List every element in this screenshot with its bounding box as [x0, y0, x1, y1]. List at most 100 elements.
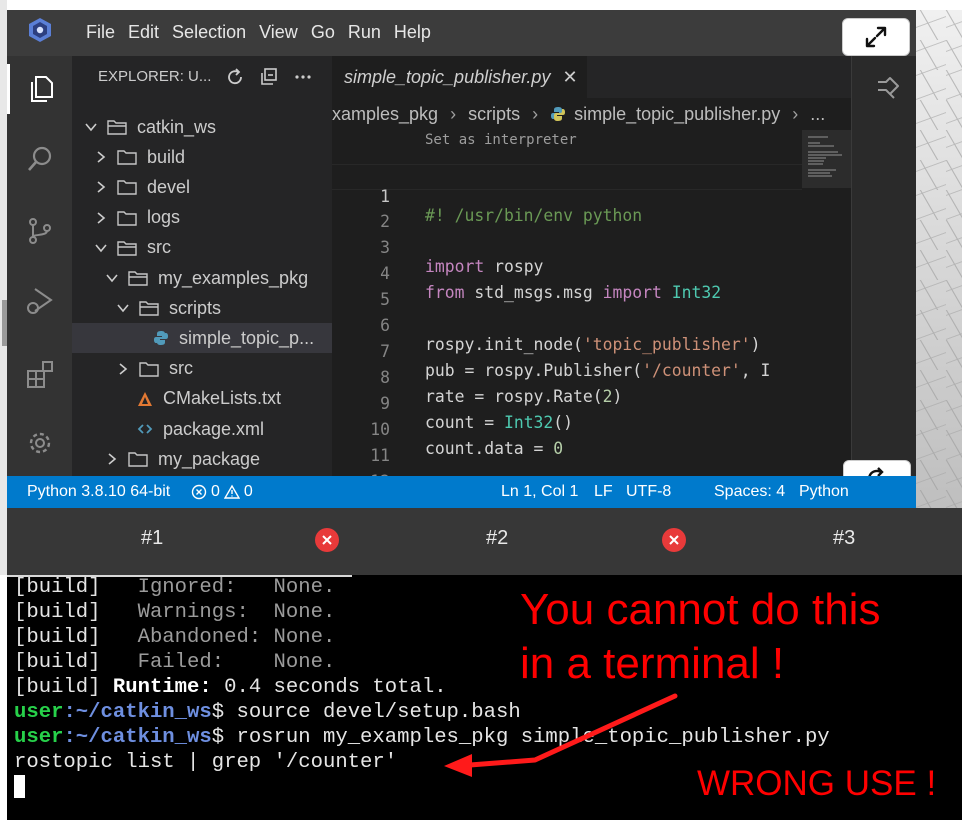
close-terminal-1-button[interactable] — [315, 528, 339, 552]
code-line: 12 while not rospy.is_shutdown(): — [332, 450, 802, 476]
chevron-right-icon[interactable] — [94, 211, 108, 225]
explorer-icon — [31, 76, 53, 102]
line-number: 12 — [332, 469, 390, 476]
codelens-set-interpreter[interactable]: Set as interpreter — [425, 132, 577, 148]
tree-item-label: my_package — [158, 448, 261, 469]
menu-edit[interactable]: Edit — [128, 22, 170, 43]
error-icon — [191, 484, 207, 500]
cursor-position[interactable]: Ln 1, Col 1 — [501, 483, 578, 501]
tree-item[interactable]: CMakeLists.txt — [72, 384, 332, 414]
tab-close-icon[interactable]: ✕ — [562, 67, 577, 88]
annotation-text: You cannot do this in a terminal ! — [520, 585, 881, 688]
error-count: 0 — [211, 483, 220, 500]
tree-item[interactable]: simple_topic_p... — [72, 323, 332, 354]
code-line: 7 pub = rospy.Publisher('/counter', I — [332, 320, 802, 380]
code-line: 3 import rospy — [332, 216, 802, 276]
terminal-typed-line: rostopic list | grep '/counter' — [14, 751, 398, 774]
tree-item-label: src — [147, 237, 171, 258]
code-line: 10 count.data = 0 — [332, 398, 802, 458]
close-terminal-2-button[interactable] — [662, 528, 686, 552]
chevron-right-icon[interactable] — [94, 180, 108, 194]
activity-explorer[interactable] — [7, 64, 72, 114]
ros-topics-icon[interactable] — [874, 74, 902, 102]
chevron-down-icon[interactable] — [105, 271, 119, 285]
file-encoding[interactable]: UTF-8 — [626, 483, 671, 501]
activity-settings[interactable] — [7, 418, 72, 468]
secondary-panel — [851, 56, 916, 476]
menu-selection[interactable]: Selection — [172, 22, 257, 43]
chevron-down-icon[interactable] — [94, 241, 108, 255]
breadcrumb-item-symbol[interactable]: ... — [810, 104, 825, 125]
tree-item[interactable]: my_package — [72, 444, 332, 474]
tree-item-label: build — [147, 146, 186, 167]
end-of-line[interactable]: LF — [594, 483, 613, 501]
menu-help[interactable]: Help — [394, 22, 442, 43]
tree-item[interactable]: build — [72, 142, 332, 172]
minimap-slider[interactable] — [802, 130, 851, 188]
more-actions-icon[interactable] — [293, 67, 313, 87]
menu-file[interactable]: File — [86, 22, 126, 43]
vscode-logo-icon — [29, 18, 51, 42]
activity-source-control[interactable] — [7, 206, 72, 256]
problems-indicator[interactable]: 0 0 — [191, 483, 253, 501]
tree-item[interactable]: src — [72, 233, 332, 263]
folder-icon — [117, 210, 137, 226]
minimap[interactable] — [802, 130, 851, 476]
python-interpreter[interactable]: Python 3.8.10 64-bit — [27, 483, 170, 501]
breadcrumb-item-package[interactable]: xamples_pkg — [332, 104, 438, 125]
tree-item-label: logs — [147, 207, 181, 228]
terminal-tab-3[interactable]: #3 — [833, 527, 855, 550]
vscode-window: File Edit Selection View Go Run Help EXP… — [7, 10, 916, 508]
explorer-title: EXPLORER: U... — [98, 68, 212, 85]
minimap-line — [808, 136, 828, 138]
chevron-right-icon: › — [532, 103, 539, 124]
code-line: 4 from std_msgs.msg import Int32 — [332, 242, 802, 302]
terminal-cursor — [14, 775, 25, 798]
language-mode[interactable]: Python — [799, 483, 849, 501]
code-line: 6 rospy.init_node('topic_publisher') — [332, 294, 802, 354]
close-icon — [322, 535, 332, 545]
activity-search[interactable] — [7, 134, 72, 184]
code-line: 1 #! /usr/bin/env python — [332, 164, 802, 225]
menu-go[interactable]: Go — [311, 22, 346, 43]
minimap-line — [808, 145, 834, 147]
breadcrumb-item-scripts[interactable]: scripts — [468, 104, 520, 125]
terminal-line: [build] Failed: None. — [14, 651, 336, 674]
minimap-line — [808, 151, 838, 153]
chevron-down-icon[interactable] — [116, 301, 130, 315]
terminal-line: [build] Abandoned: None. — [14, 626, 336, 649]
chevron-right-icon[interactable] — [116, 362, 130, 376]
collapse-all-icon[interactable] — [259, 67, 279, 87]
terminal-tab-2[interactable]: #2 — [486, 527, 508, 550]
tree-item[interactable]: src — [72, 354, 332, 384]
activity-run-debug[interactable] — [7, 276, 72, 326]
tree-item[interactable]: devel — [72, 172, 332, 202]
code-line: 8 rate = rospy.Rate(2) — [332, 346, 802, 406]
code-editor[interactable]: Set as interpreter 1 #! /usr/bin/env pyt… — [332, 130, 802, 476]
folder-open-icon — [128, 271, 148, 286]
chevron-right-icon[interactable] — [94, 150, 108, 164]
editor-tabs: simple_topic_publisher.py ✕ — [332, 56, 851, 98]
terminal-tab-1[interactable]: #1 — [141, 527, 163, 550]
menu-run[interactable]: Run — [348, 22, 392, 43]
minimap-line — [808, 169, 836, 171]
terminal-tab-strip: #1 #2 #3 — [7, 508, 962, 575]
annotation-arrow — [444, 693, 678, 777]
expand-button[interactable] — [842, 18, 910, 56]
tab-simple-topic-publisher[interactable]: simple_topic_publisher.py ✕ — [332, 56, 587, 98]
activity-extensions[interactable] — [7, 349, 72, 399]
tree-item[interactable]: package.xml — [72, 414, 332, 444]
chevron-right-icon[interactable] — [105, 452, 119, 466]
indentation[interactable]: Spaces: 4 — [714, 483, 785, 501]
tree-item[interactable]: logs — [72, 203, 332, 233]
refresh-explorer-icon[interactable] — [225, 67, 245, 87]
settings-gear-icon — [29, 432, 50, 454]
menu-view[interactable]: View — [259, 22, 309, 43]
tab-label: simple_topic_publisher.py — [344, 66, 551, 87]
tree-item[interactable]: my_examples_pkg — [72, 263, 332, 293]
chevron-down-icon[interactable] — [84, 120, 98, 134]
tree-item[interactable]: catkin_ws — [72, 112, 332, 142]
breadcrumb-item-file[interactable]: simple_topic_publisher.py — [574, 104, 780, 125]
minimap-line — [808, 163, 823, 165]
tree-item[interactable]: scripts — [72, 293, 332, 323]
